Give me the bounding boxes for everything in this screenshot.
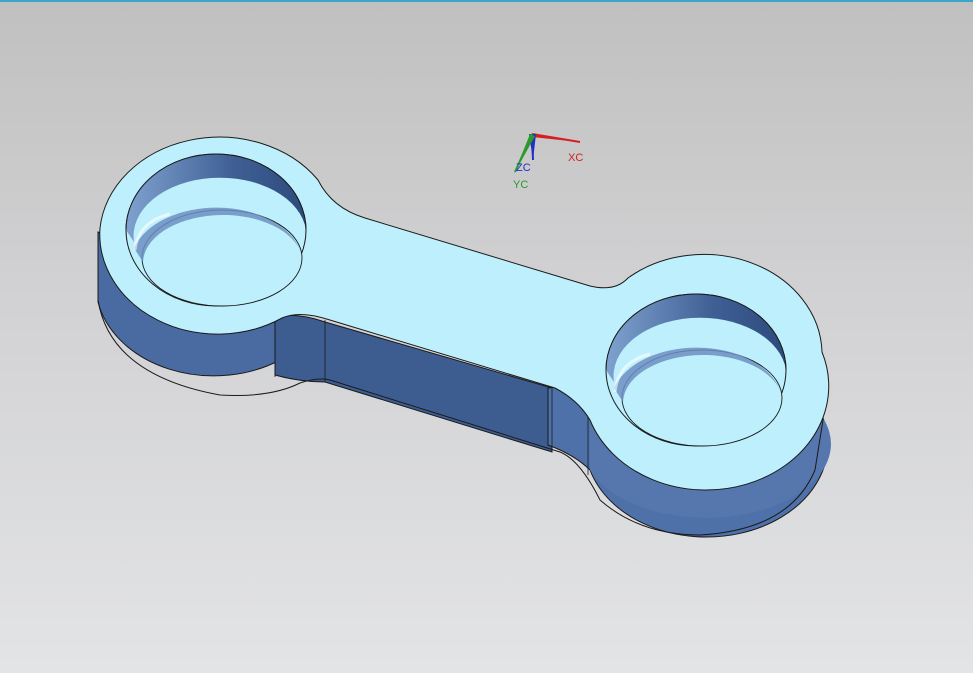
zc-axis-label: ZC	[516, 162, 531, 174]
wcs-triad[interactable]: XC ZC YC	[513, 133, 583, 191]
xc-axis-line	[531, 133, 581, 143]
xc-axis-label: XC	[568, 152, 583, 164]
yc-axis-label: YC	[513, 179, 528, 191]
graphics-viewport[interactable]: XC ZC YC	[0, 0, 973, 673]
left-bore-hole[interactable]	[125, 153, 307, 307]
right-bore-hole[interactable]	[605, 293, 787, 447]
model-scene[interactable]: XC ZC YC	[0, 0, 973, 673]
